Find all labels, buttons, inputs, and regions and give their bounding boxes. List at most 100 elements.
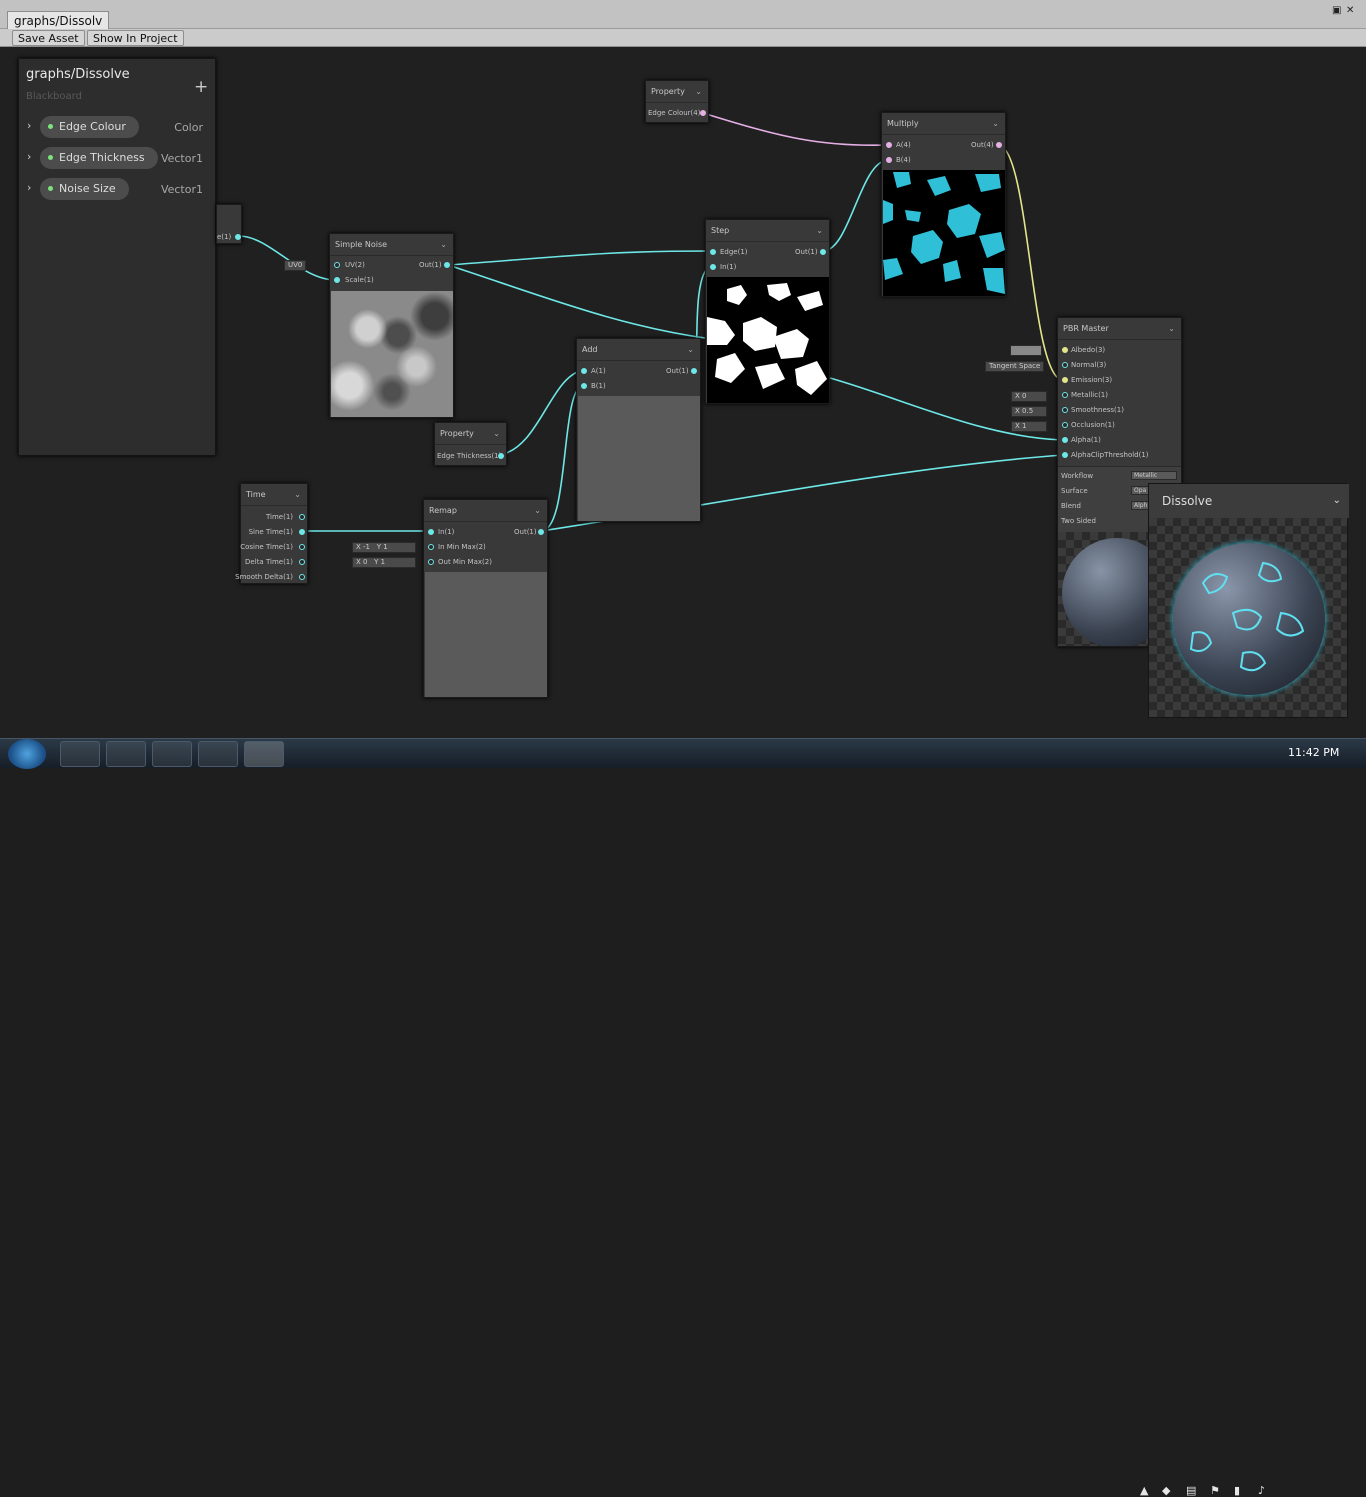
input-port[interactable] [1062,377,1068,383]
expand-arrow-icon[interactable]: › [27,181,31,194]
input-port[interactable] [428,544,434,550]
property-pill[interactable]: Edge Thickness [40,147,158,169]
input-port[interactable] [710,249,716,255]
volume-icon[interactable]: ♪ [1258,1484,1265,1497]
input-port[interactable] [1062,347,1068,353]
input-port[interactable] [428,529,434,535]
command-prompt-icon[interactable] [198,741,238,767]
node-title[interactable]: Property ⌄ [646,81,708,103]
metamask-icon[interactable]: ◆ [1162,1484,1170,1497]
port-label: Out(1) [666,367,689,375]
smoothness-field[interactable]: X 0.5 [1011,406,1047,417]
input-port[interactable] [428,559,434,565]
output-port[interactable] [498,453,504,459]
clock[interactable]: 11:42 PM [1288,746,1339,759]
remap-node[interactable]: Remap ⌄ In(1) In Min Max(2) Out Min Max(2… [423,499,548,698]
property-pill[interactable]: Noise Size [40,178,129,200]
node-title[interactable]: Multiply ⌄ [882,113,1005,135]
output-port[interactable] [299,544,305,550]
expand-arrow-icon[interactable]: › [27,150,31,163]
input-port[interactable] [1062,392,1068,398]
output-port[interactable] [700,110,706,116]
port-label: Out(4) [971,141,994,149]
input-port[interactable] [886,157,892,163]
node-title[interactable]: Time ⌄ [241,484,307,506]
hidden-node[interactable]: e(1) [216,204,242,244]
output-port[interactable] [996,142,1002,148]
main-preview-window[interactable]: Dissolve ⌄ [1148,483,1349,718]
output-port[interactable] [299,559,305,565]
albedo-color-field[interactable] [1010,345,1042,356]
node-title[interactable]: Step ⌄ [706,220,829,242]
output-port[interactable] [538,529,544,535]
network-icon[interactable]: ▮ [1234,1484,1240,1497]
node-title[interactable]: Simple Noise ⌄ [330,234,453,256]
start-button-icon[interactable] [8,739,46,769]
output-port[interactable] [820,249,826,255]
input-port[interactable] [1062,362,1068,368]
port-label: A(4) [896,141,911,149]
port-label: UV(2) [345,261,365,269]
metallic-field[interactable]: X 0 [1011,391,1047,402]
input-port[interactable] [1062,437,1068,443]
multiply-node[interactable]: Multiply ⌄ A(4) B(4) Out(4) [881,112,1006,297]
input-port[interactable] [886,142,892,148]
port-label: Out(1) [795,248,818,256]
main-preview-title[interactable]: Dissolve ⌄ [1149,484,1349,518]
output-port[interactable] [444,262,450,268]
uv-default-field[interactable]: UV0 [284,260,307,271]
exposed-dot-icon [48,124,53,129]
property-type: Color [174,121,203,134]
node-title[interactable]: Property ⌄ [435,423,506,445]
expand-arrow-icon[interactable]: › [27,119,31,132]
usb-icon[interactable]: ▤ [1186,1484,1196,1497]
remote-desktop-icon[interactable] [152,741,192,767]
output-port[interactable] [691,368,697,374]
maximize-icon[interactable]: ▣ [1332,6,1341,16]
property-pill[interactable]: Edge Colour [40,116,139,138]
node-title[interactable]: PBR Master ⌄ [1058,318,1181,340]
close-icon[interactable]: ✕ [1346,6,1354,16]
add-property-icon[interactable]: + [194,77,208,97]
step-node[interactable]: Step ⌄ Edge(1) In(1) Out(1) [705,219,830,404]
port-label: Metallic(1) [1071,391,1108,399]
blackboard-property-row[interactable]: › Noise Size Vector1 [19,178,217,202]
property-node-edge-thickness[interactable]: Property ⌄ Edge Thickness(1) [434,422,507,466]
input-port[interactable] [334,277,340,283]
output-port[interactable] [299,529,305,535]
show-in-project-button[interactable]: Show In Project [87,30,184,46]
file-explorer-icon[interactable] [60,741,100,767]
unity-icon[interactable] [244,741,284,767]
show-hidden-icons-icon[interactable]: ▲ [1140,1484,1148,1497]
window-tab[interactable]: graphs/Dissolv [7,11,110,30]
port-label: Time(1) [265,513,293,521]
input-port[interactable] [1062,452,1068,458]
node-title[interactable]: Add ⌄ [577,339,700,361]
blackboard-property-row[interactable]: › Edge Thickness Vector1 [19,147,217,171]
node-title[interactable]: Remap ⌄ [424,500,547,522]
input-port[interactable] [581,368,587,374]
output-port[interactable] [299,514,305,520]
out-min-max-field[interactable]: X 0 Y 1 [352,557,416,568]
workflow-dropdown[interactable]: Metallic [1131,471,1177,480]
in-min-max-field[interactable]: X -1 Y 1 [352,542,416,553]
input-port[interactable] [334,262,340,268]
input-port[interactable] [710,264,716,270]
input-port[interactable] [1062,422,1068,428]
save-asset-button[interactable]: Save Asset [12,30,85,46]
output-port[interactable] [235,234,241,240]
occlusion-field[interactable]: X 1 [1011,421,1047,432]
main-preview-viewport[interactable] [1149,518,1347,717]
input-port[interactable] [1062,407,1068,413]
property-node-edge-colour[interactable]: Property ⌄ Edge Colour(4) [645,80,709,123]
output-port[interactable] [299,574,305,580]
time-node[interactable]: Time ⌄ Time(1) Sine Time(1) Cosine Time(1… [235,483,308,584]
graph-canvas[interactable]: graphs/Dissolve Blackboard + › Edge Colo… [0,47,1366,738]
flag-icon[interactable]: ⚑ [1210,1484,1220,1497]
input-port[interactable] [581,383,587,389]
simple-noise-node[interactable]: Simple Noise ⌄ UV(2) Scale(1) Out(1) [329,233,454,418]
firefox-icon[interactable] [106,741,146,767]
blackboard-property-row[interactable]: › Edge Colour Color [19,116,217,140]
normal-space-field[interactable]: Tangent Space [985,361,1045,372]
add-node[interactable]: Add ⌄ A(1) B(1) Out(1) [576,338,701,522]
